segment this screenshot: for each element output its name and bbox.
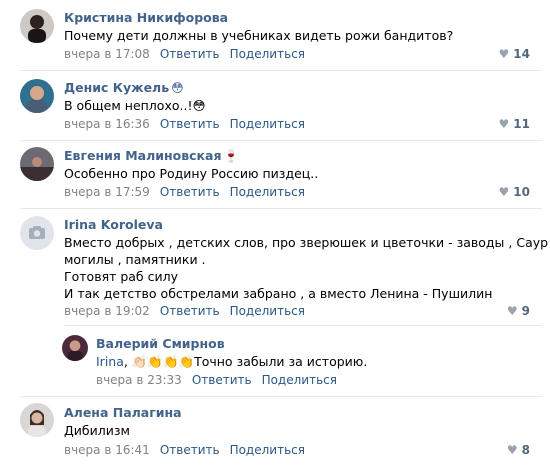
avatar[interactable] xyxy=(20,9,54,43)
avatar[interactable] xyxy=(20,216,54,250)
author-emoji: 🍷 xyxy=(223,149,239,163)
reply-button[interactable]: Ответить xyxy=(192,373,252,387)
comment-text: Вместо добрых , детских слов, про зверюш… xyxy=(64,234,550,302)
avatar[interactable] xyxy=(20,147,54,181)
reply-button[interactable]: Ответить xyxy=(160,185,220,199)
reply-button[interactable]: Ответить xyxy=(160,47,220,61)
heart-icon: ♥ xyxy=(498,47,510,61)
share-button[interactable]: Поделиться xyxy=(230,117,305,131)
comment-meta: вчера в 17:59 Ответить Поделиться xyxy=(64,185,305,199)
share-button[interactable]: Поделиться xyxy=(230,443,305,457)
divider xyxy=(20,208,542,209)
divider xyxy=(20,70,542,71)
comment-author[interactable]: Irina Koroleva xyxy=(64,217,163,232)
comment-text: В общем неплохо..!😳 xyxy=(64,97,205,114)
comment-text: Особенно про Родину Россию пиздец.. xyxy=(64,165,318,182)
divider xyxy=(20,396,542,397)
comment-meta: вчера в 16:36 Ответить Поделиться xyxy=(64,117,305,131)
comment-author[interactable]: Кристина Никифорова xyxy=(64,10,228,25)
comment-time[interactable]: вчера в 16:36 xyxy=(64,117,150,131)
comment-author[interactable]: Евгения Малиновская 🍷 xyxy=(64,148,238,163)
heart-icon: ♥ xyxy=(498,185,510,199)
like-count: 9 xyxy=(521,304,530,318)
comment-time[interactable]: вчера в 16:41 xyxy=(64,443,150,457)
avatar[interactable] xyxy=(20,79,54,113)
avatar[interactable] xyxy=(20,403,54,437)
like-count: 10 xyxy=(513,185,530,199)
comment-time[interactable]: вчера в 17:08 xyxy=(64,47,150,61)
comment-meta: вчера в 16:41 Ответить Поделиться xyxy=(64,443,305,457)
comment-meta: вчера в 17:08 Ответить Поделиться xyxy=(64,47,305,61)
like-count: 11 xyxy=(513,117,530,131)
comment-author[interactable]: Валерий Смирнов xyxy=(96,336,225,351)
share-button[interactable]: Поделиться xyxy=(230,185,305,199)
author-emoji: 😳 xyxy=(171,81,184,95)
like-count: 14 xyxy=(513,47,530,61)
comment-text-line: могилы , памятники . xyxy=(64,252,206,267)
divider xyxy=(20,140,542,141)
comment-text-line: И так детство обстрелами забрано , а вме… xyxy=(64,286,493,301)
comment-text-line: Вместо добрых , детских слов, про зверюш… xyxy=(64,235,550,250)
reply-button[interactable]: Ответить xyxy=(160,117,220,131)
comment-meta: вчера в 23:33 Ответить Поделиться xyxy=(96,373,337,387)
comment-text: Irina, 👏🏻👏👏👏Точно забыли за историю. xyxy=(96,353,367,370)
like-button[interactable]: ♥ 8 xyxy=(507,443,530,457)
like-count: 8 xyxy=(521,443,530,457)
reply-button[interactable]: Ответить xyxy=(160,304,220,318)
comment-text: Дибилизм xyxy=(64,422,130,439)
like-button[interactable]: ♥ 14 xyxy=(499,47,530,61)
heart-icon: ♥ xyxy=(506,443,518,457)
reply-to-link[interactable]: Irina xyxy=(96,354,124,369)
comment-text-line: Особенно про Родину Россию пиздец.. xyxy=(64,166,319,181)
comment-text-line: Дибилизм xyxy=(64,423,130,438)
divider xyxy=(64,325,542,326)
like-button[interactable]: ♥ 11 xyxy=(499,117,530,131)
reply-button[interactable]: Ответить xyxy=(160,443,220,457)
share-button[interactable]: Поделиться xyxy=(230,47,305,61)
comment-time[interactable]: вчера в 17:59 xyxy=(64,185,150,199)
comment-text-line: Почему дети должны в учебниках видеть ро… xyxy=(64,28,454,43)
avatar[interactable] xyxy=(62,335,88,361)
comment-time[interactable]: вчера в 23:33 xyxy=(96,373,182,387)
comment-time[interactable]: вчера в 19:02 xyxy=(64,304,150,318)
comment-author[interactable]: Алена Палагина xyxy=(64,405,182,420)
like-button[interactable]: ♥ 10 xyxy=(499,185,530,199)
share-button[interactable]: Поделиться xyxy=(262,373,337,387)
heart-icon: ♥ xyxy=(498,117,510,131)
like-button[interactable]: ♥ 9 xyxy=(507,304,530,318)
heart-icon: ♥ xyxy=(506,304,518,318)
comment-text-line: Готовят раб силу xyxy=(64,269,179,284)
comment-text: Почему дети должны в учебниках видеть ро… xyxy=(64,27,453,44)
comment-text-line: В общем неплохо..!😳 xyxy=(64,98,206,113)
comment-text-line: Irina, 👏🏻👏👏👏Точно забыли за историю. xyxy=(96,354,368,369)
share-button[interactable]: Поделиться xyxy=(230,304,305,318)
comment-meta: вчера в 19:02 Ответить Поделиться xyxy=(64,304,305,318)
comment-author[interactable]: Денис Кужель 😳 xyxy=(64,80,184,95)
